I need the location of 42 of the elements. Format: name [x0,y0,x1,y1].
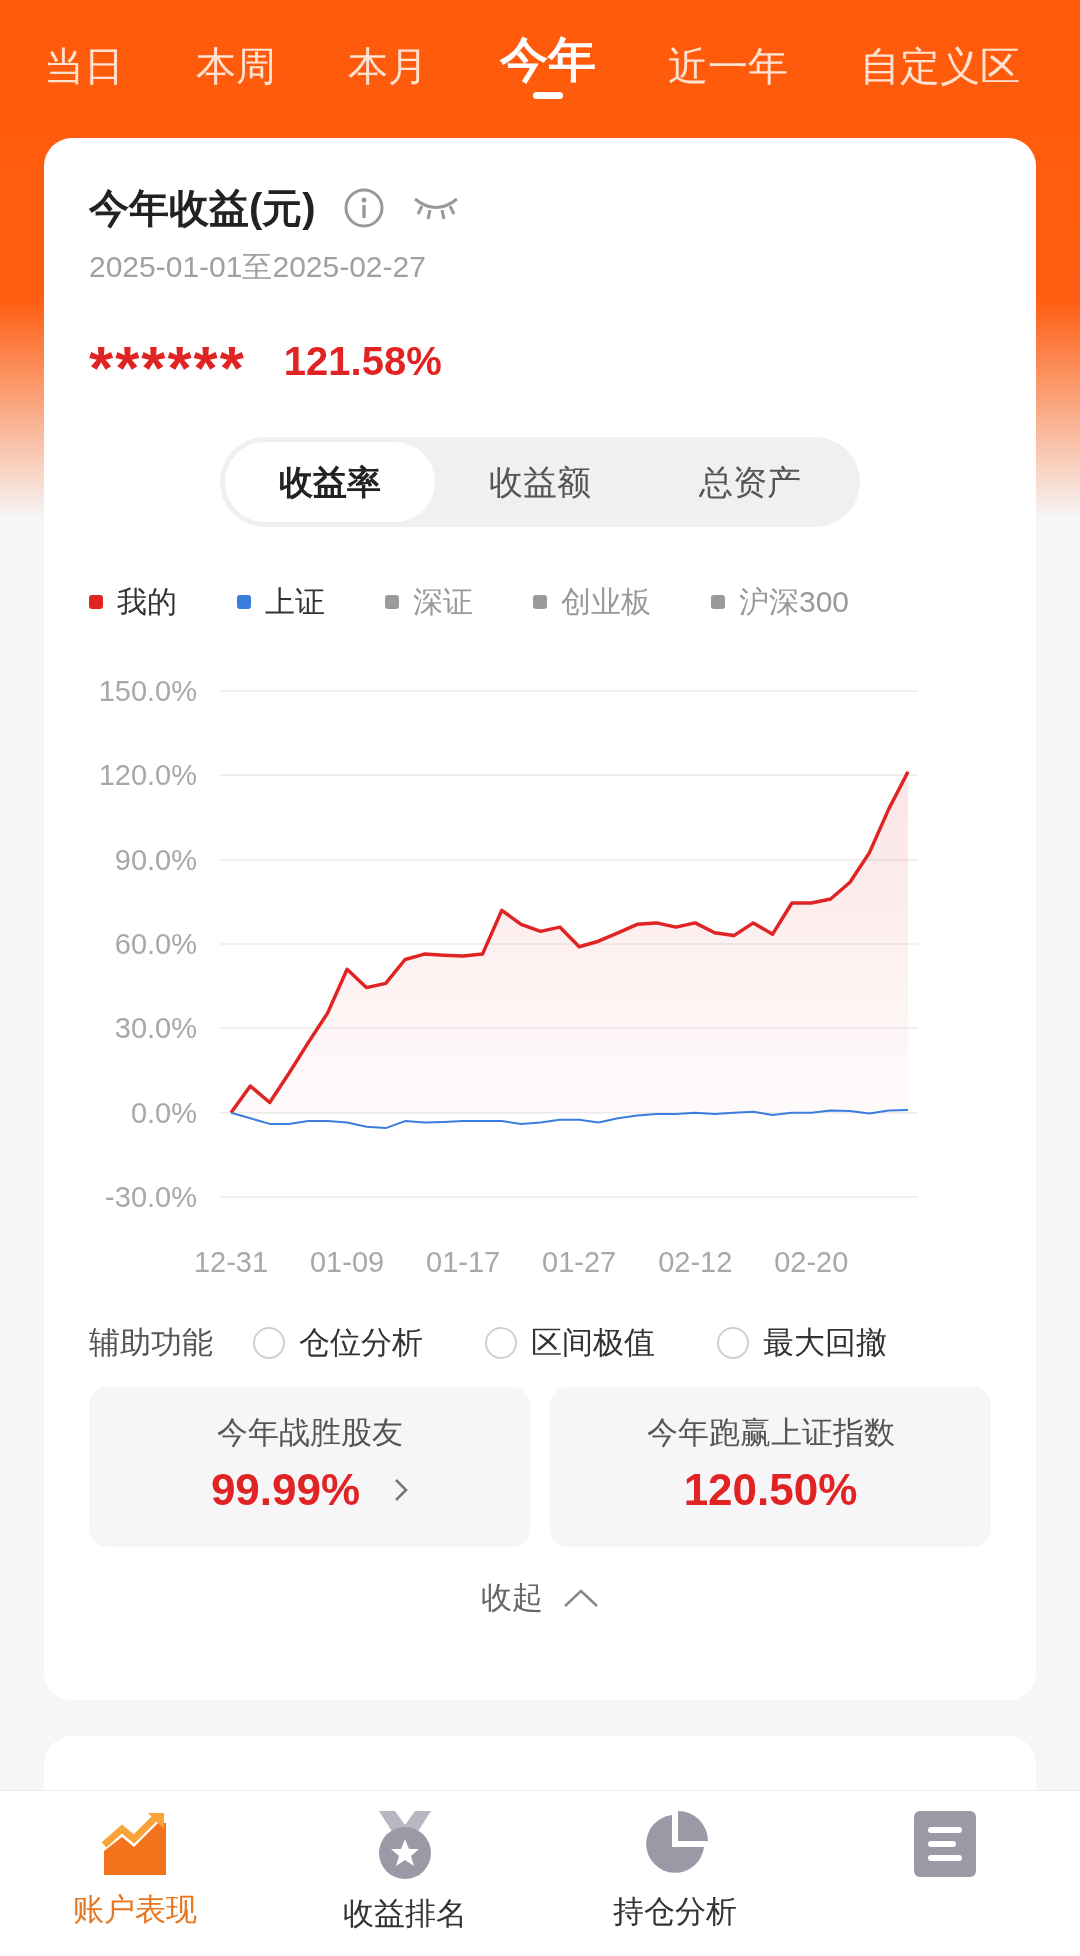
tab-indicator [533,92,563,99]
y-axis-label: 60.0% [114,928,197,960]
y-axis-label: 120.0% [98,759,197,792]
collapse-button[interactable]: 收起 [481,1574,599,1621]
y-axis-label: 30.0% [114,1012,197,1045]
radio-option[interactable]: 仓位分析 [253,1320,423,1367]
x-axis-label: 01-09 [309,1246,385,1278]
y-axis-label: 150.0% [98,675,197,707]
legend-label: 沪深300 [739,584,850,620]
x-axis-label: 02-20 [774,1246,849,1278]
stat-value: 120.50% [683,1463,858,1516]
date-range: 2025-01-01至2025-02-27 [88,249,427,285]
radio-option[interactable]: 区间极值 [485,1320,655,1367]
nav-item[interactable]: 收益排名 [270,1791,540,1956]
stat-label: 今年战胜股友 [216,1414,403,1453]
x-axis-label: 12-31 [193,1246,269,1278]
legend-label: 创业板 [561,584,651,620]
stat-label: 今年跑赢上证指数 [646,1414,895,1453]
x-axis-label: 02-12 [658,1246,733,1278]
x-axis-label: 01-17 [426,1246,501,1278]
chevron-up-icon [563,1587,599,1608]
info-icon [343,188,384,228]
metric-tab[interactable]: 总资产 [645,442,855,522]
y-axis-label: -30.0% [105,1181,197,1213]
nav-item[interactable]: 持仓分析 [540,1791,810,1956]
stat-value: 99.99% [210,1463,361,1516]
legend-label: 深证 [413,584,473,620]
legend-label: 我的 [117,584,177,620]
trend-chart-icon [102,1811,168,1875]
hidden-amount: ****** [89,332,246,393]
metric-tab[interactable]: 收益额 [435,442,645,522]
radio-option[interactable]: 最大回撤 [717,1320,887,1367]
y-axis-label: 90.0% [114,843,197,876]
aux-label: 辅助功能 [89,1324,213,1362]
legend-label: 上证 [265,584,325,620]
metric-tab[interactable]: 收益率 [225,442,435,522]
stat-card[interactable]: 今年战胜股友 99.99% [89,1386,530,1547]
document-icon [914,1811,976,1877]
y-axis-label: 0.0% [130,1096,197,1129]
return-rate: 121.58% [283,338,442,385]
card-title: 今年收益(元) [89,185,316,232]
x-axis-label: 01-27 [542,1246,617,1278]
